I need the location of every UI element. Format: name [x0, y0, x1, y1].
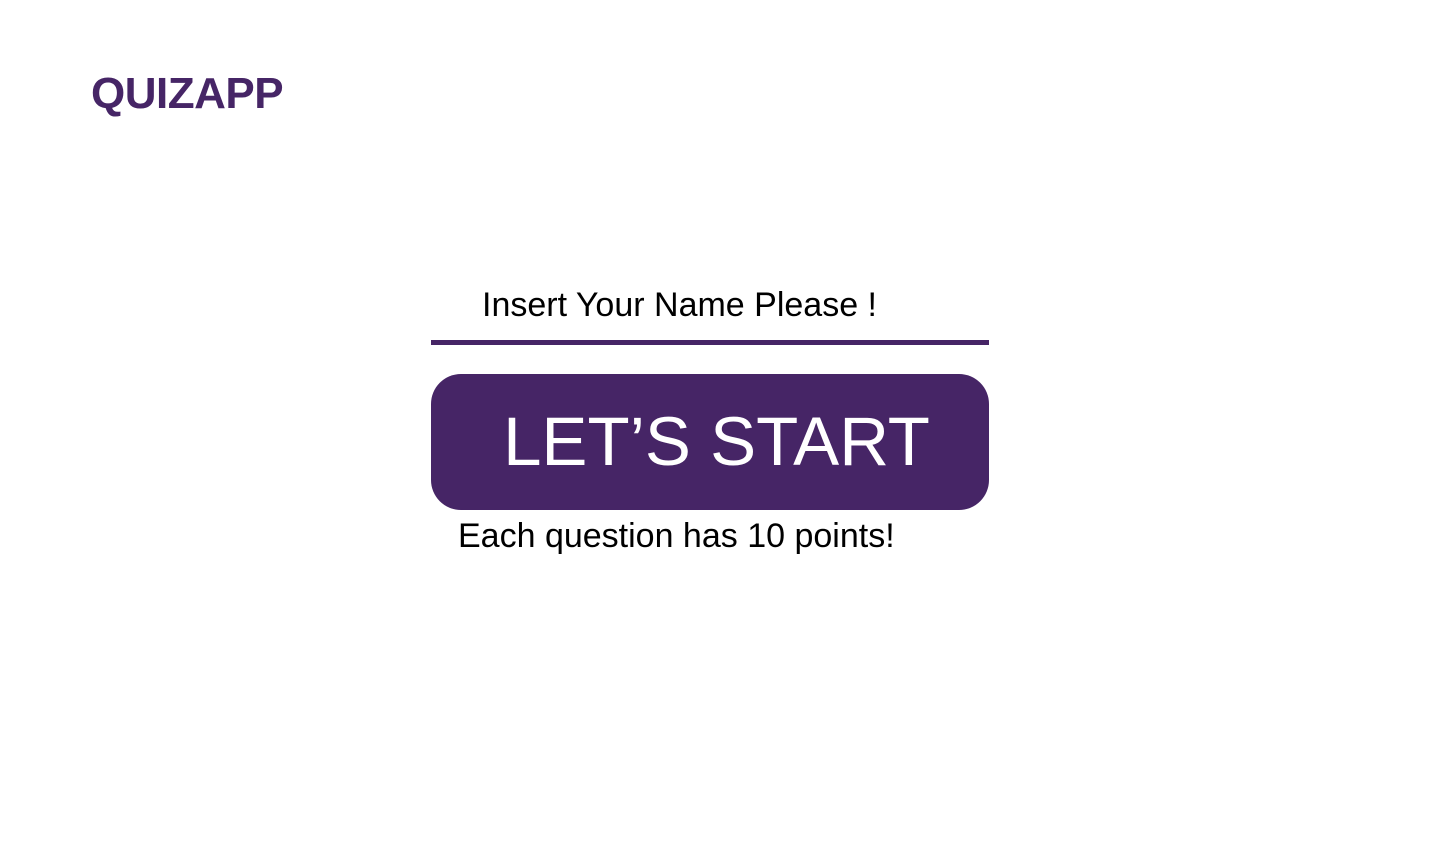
start-form: LET’S START: [431, 270, 989, 510]
lets-start-button[interactable]: LET’S START: [431, 374, 989, 510]
quiz-start-screen: QUIZAPP LET’S START Each question has 10…: [0, 0, 1440, 861]
app-logo: QUIZAPP: [91, 69, 284, 118]
points-hint: Each question has 10 points!: [458, 517, 895, 555]
name-input[interactable]: [431, 270, 989, 345]
